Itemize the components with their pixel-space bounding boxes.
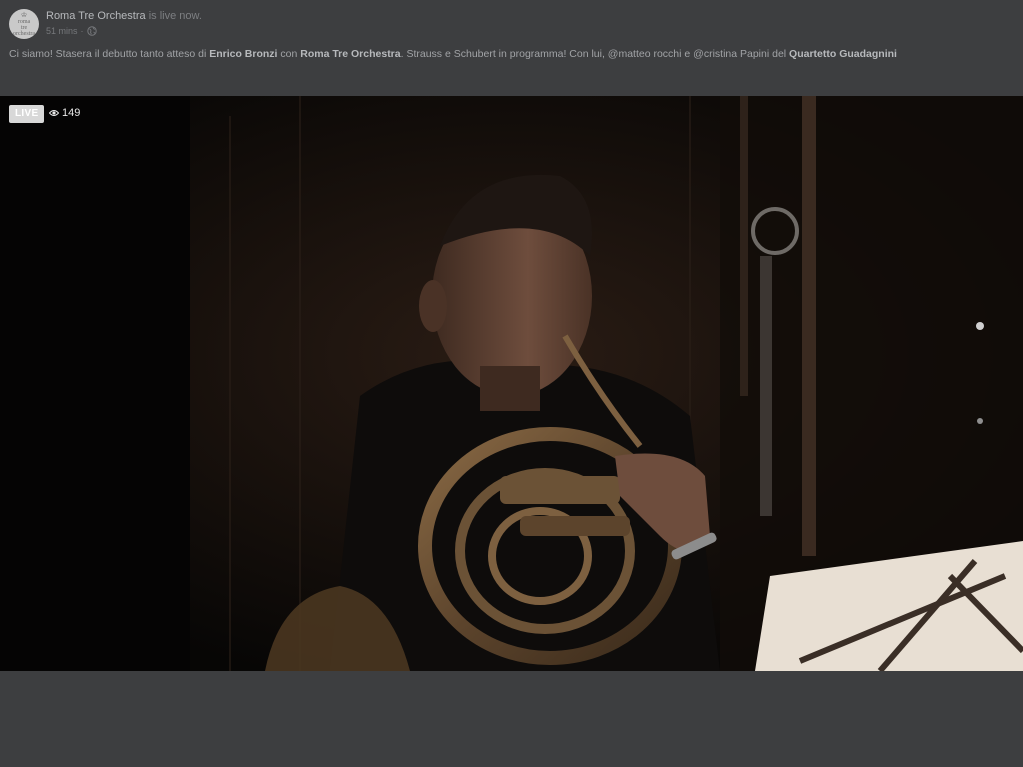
live-status-text: is live now. (148, 9, 202, 22)
page-name-link[interactable]: Roma Tre Orchestra (46, 10, 146, 22)
eye-icon (49, 110, 59, 116)
mention-roma-tre-orchestra[interactable]: Roma Tre Orchestra (300, 48, 400, 60)
viewer-count: 149 (49, 107, 80, 119)
globe-icon[interactable] (86, 25, 97, 36)
caption-text-3: . Strauss e Schubert in programma! Con l… (400, 48, 790, 60)
post-time[interactable]: 51 mins (46, 26, 78, 36)
mention-quartetto-guadagnini[interactable]: Quartetto Guadagnini (789, 48, 897, 60)
post-footer-area (0, 671, 1023, 767)
post-caption: Ci siamo! Stasera il debutto tanto attes… (9, 47, 1014, 61)
caption-text-1: Ci siamo! Stasera il debutto tanto attes… (9, 48, 210, 60)
video-frame (0, 96, 1023, 671)
live-video-player[interactable]: LIVE 149 (0, 96, 1023, 671)
meta-line: 51 mins · (46, 26, 202, 36)
header-text: Roma Tre Orchestra is live now. 51 mins … (46, 9, 202, 36)
avatar-text-3: orchestra (13, 30, 35, 37)
post-header: ♔ roma tre orchestra Roma Tre Orchestra … (9, 7, 202, 41)
title-line: Roma Tre Orchestra is live now. (46, 9, 202, 24)
viewer-count-value: 149 (62, 107, 81, 119)
caption-text-2: con (277, 48, 301, 60)
mention-enrico-bronzi[interactable]: Enrico Bronzi (209, 48, 277, 60)
crest-icon: ♔ (20, 10, 28, 19)
meta-separator: · (80, 25, 84, 36)
live-badge: LIVE (9, 105, 45, 123)
avatar[interactable]: ♔ roma tre orchestra (9, 9, 39, 39)
